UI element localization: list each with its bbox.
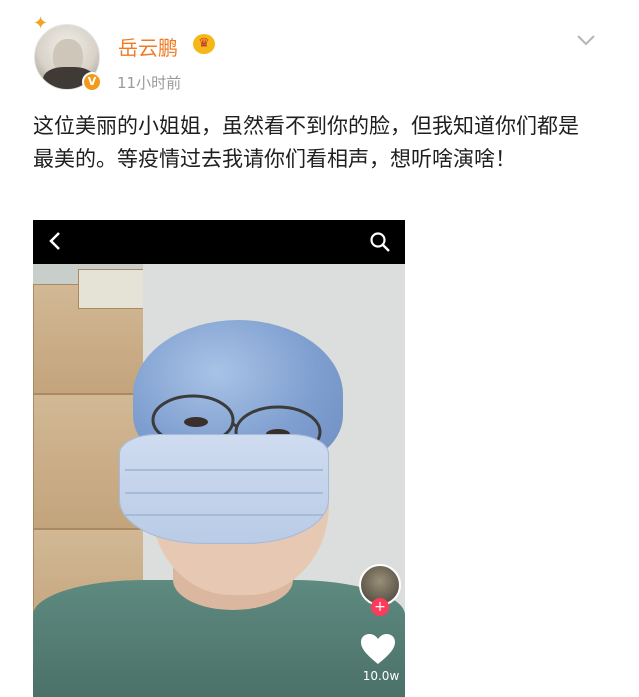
search-icon[interactable] <box>369 231 391 253</box>
timestamp: 11小时前 <box>117 74 182 92</box>
surgical-mask <box>119 434 329 544</box>
video-top-bar <box>33 220 405 264</box>
username[interactable]: 岳云鹏 <box>118 32 178 61</box>
heart-icon[interactable] <box>359 632 397 666</box>
sparkle-icon: ✦ <box>33 13 49 34</box>
chevron-down-icon[interactable] <box>576 30 596 50</box>
verified-badge-icon: V <box>82 72 102 92</box>
follow-button[interactable]: + <box>371 598 389 616</box>
avatar[interactable]: V <box>34 24 102 92</box>
post-text: 这位美丽的小姐姐，虽然看不到你的脸，但我知道你们都是最美的。等疫情过去我请你们看… <box>33 114 579 171</box>
video-embed[interactable]: + 10.0w <box>33 220 405 697</box>
crown-icon: ♛ <box>193 34 215 54</box>
back-arrow-icon[interactable] <box>47 230 63 252</box>
like-count: 10.0w <box>362 669 400 683</box>
